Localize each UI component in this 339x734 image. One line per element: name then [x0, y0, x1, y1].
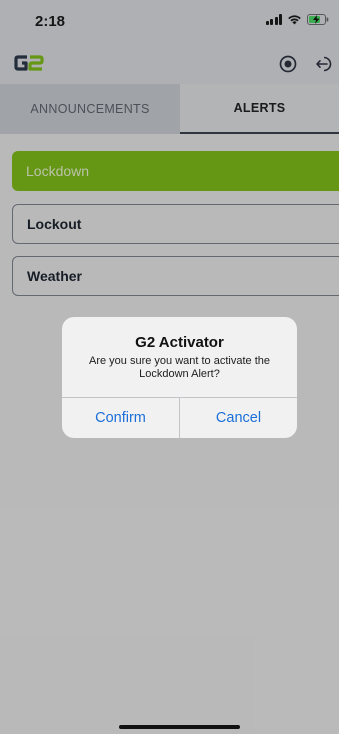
dialog-message: Are you sure you want to activate the Lo…: [89, 355, 270, 380]
home-indicator[interactable]: [119, 725, 240, 729]
dialog-title: G2 Activator: [135, 334, 224, 351]
confirm-button[interactable]: Confirm: [62, 398, 179, 438]
confirm-dialog: G2 Activator Are you sure you want to ac…: [62, 317, 297, 438]
app-screen: 2:18 ANNOUNCEMENTS ALERTS Lockdown Locko…: [0, 0, 339, 734]
cancel-button[interactable]: Cancel: [180, 398, 297, 438]
